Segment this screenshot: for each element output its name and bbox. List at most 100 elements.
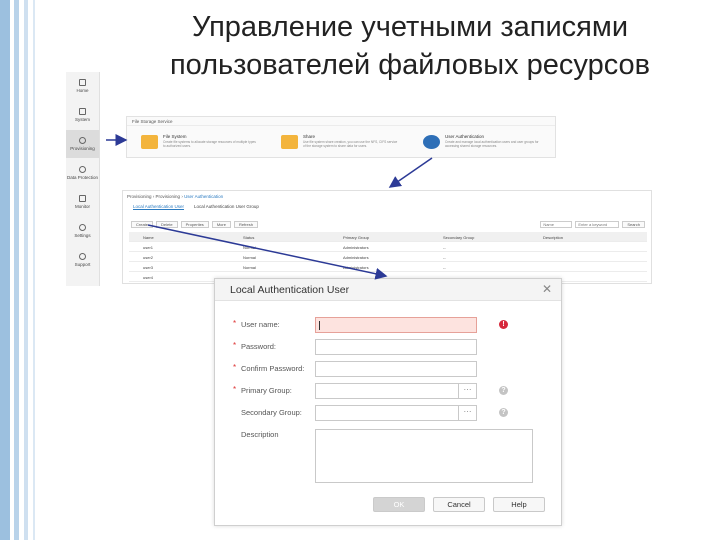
password-row: * Password: [233,339,553,355]
column-header[interactable]: Name [143,235,154,240]
primary-group-label: Primary Group: [241,386,292,395]
username-input[interactable] [315,317,477,333]
help-icon[interactable]: ? [499,408,508,417]
card-title: File System [163,134,187,139]
more-button[interactable]: More [211,221,231,228]
search-area: Name Enter a keyword Search [540,221,645,228]
primary-group-row: * Primary Group: ··· ? [233,383,553,399]
cell-secondary-group: -- [443,265,446,270]
nav-item-label: Provisioning [70,146,95,151]
tab-local-user-group[interactable]: Local Authentication User Group [194,204,259,210]
dialog-title: Local Authentication User [230,284,350,296]
decorative-stripe [33,0,35,540]
secondary-group-row: Secondary Group: ··· ? [233,405,553,421]
cell-primary-group: Administrators [343,255,369,260]
column-header[interactable]: Status [243,235,254,240]
card-file-system[interactable]: File System Create file systems to alloc… [141,133,261,155]
arrow-to-list [388,157,433,188]
cell-name: user1 [143,245,154,250]
create-button[interactable]: Create [131,221,154,228]
search-button[interactable]: Search [622,221,645,228]
browse-button[interactable]: ··· [458,406,476,420]
nav-item-provisioning[interactable]: Provisioning [66,130,99,158]
card-desc: Create and manage local authentication u… [445,140,539,148]
user-list-window: Provisioning › Provisioning › User Authe… [122,190,652,284]
gear-icon [79,137,86,144]
help-button[interactable]: Help [493,497,545,512]
dialog-header: Local Authentication User ✕ [215,279,561,301]
error-icon: ! [499,320,508,329]
nav-item-label: Support [74,262,91,267]
card-user-authentication[interactable]: User Authentication Create and manage lo… [423,133,543,155]
breadcrumb-current[interactable]: User Authentication [184,194,223,199]
share-icon [281,135,298,149]
card-desc: Use file system share creation, you can … [303,140,398,148]
nav-item-support[interactable]: Support [66,246,99,274]
server-icon [79,108,86,115]
confirm-password-label: Confirm Password: [241,364,305,373]
table-row[interactable]: user1 Normal Administrators -- [129,242,647,252]
nav-item-settings[interactable]: Settings [66,217,99,245]
cell-status: Normal [243,255,256,260]
slide-title: Управление учетными записями пользовател… [110,8,710,84]
nav-item-label: System [74,117,90,122]
cancel-button[interactable]: Cancel [433,497,485,512]
column-header[interactable]: Primary Group [343,235,369,240]
tab-local-user[interactable]: Local Authentication User [133,204,185,210]
password-label: Password: [241,342,277,351]
table-row[interactable]: user2 Normal Administrators -- [129,252,647,262]
secondary-group-label: Secondary Group: [241,408,302,417]
close-icon[interactable]: ✕ [542,282,552,296]
column-header[interactable]: Secondary Group [443,235,474,240]
settings-icon [79,224,86,231]
search-input[interactable]: Enter a keyword [575,221,620,228]
card-title: User Authentication [445,134,485,139]
secondary-group-select[interactable]: ··· [315,405,477,421]
cell-status: Normal [243,265,256,270]
decorative-stripe [0,0,10,540]
cell-status: Normal [243,245,256,250]
breadcrumb-item[interactable]: Provisioning [156,194,181,199]
primary-group-select[interactable]: ··· [315,383,477,399]
tab-bar: Local Authentication User Local Authenti… [133,204,259,210]
description-label: Description [241,430,279,439]
nav-item-monitor[interactable]: Monitor [66,188,99,216]
decorative-stripe [24,0,28,540]
main-nav: Home System Provisioning Data Protection… [66,72,100,286]
required-marker: * [233,341,237,350]
cell-primary-group: Administrators [343,265,369,270]
card-title: Share [303,134,316,139]
decorative-stripe [14,0,19,540]
user-table: Name Status Primary Group Secondary Grou… [129,232,647,282]
home-icon [79,79,86,86]
description-textarea[interactable] [315,429,533,483]
monitor-icon [79,195,86,202]
username-label: User name: [241,320,280,329]
column-header[interactable]: Description [543,235,563,240]
help-icon[interactable]: ? [499,386,508,395]
search-scope-select[interactable]: Name [540,221,573,228]
nav-item-data-protection[interactable]: Data Protection [66,159,99,187]
refresh-button[interactable]: Refresh [233,221,258,228]
cell-primary-group: Administrators [343,245,369,250]
ok-button[interactable]: OK [373,497,425,512]
breadcrumb-item[interactable]: Provisioning [127,194,152,199]
delete-button[interactable]: Delete [156,221,178,228]
confirm-password-input[interactable] [315,361,477,377]
help-icon [79,253,86,260]
nav-item-system[interactable]: System [66,101,99,129]
required-marker: * [233,363,237,372]
breadcrumb: Provisioning › Provisioning › User Authe… [127,194,223,199]
nav-item-label: Monitor [74,204,90,209]
required-marker: * [233,319,237,328]
properties-button[interactable]: Properties [180,221,209,228]
card-share[interactable]: Share Use file system share creation, yo… [281,133,401,155]
browse-button[interactable]: ··· [458,384,476,398]
table-row[interactable]: user3 Normal Administrators -- [129,262,647,272]
cell-secondary-group: -- [443,245,446,250]
slide-title-line2: пользователей файловых ресурсов [169,49,651,81]
table-header-row: Name Status Primary Group Secondary Grou… [129,232,647,242]
password-input[interactable] [315,339,477,355]
file-storage-panel: File Storage Service File System Create … [126,116,556,158]
nav-item-home[interactable]: Home [66,72,99,100]
